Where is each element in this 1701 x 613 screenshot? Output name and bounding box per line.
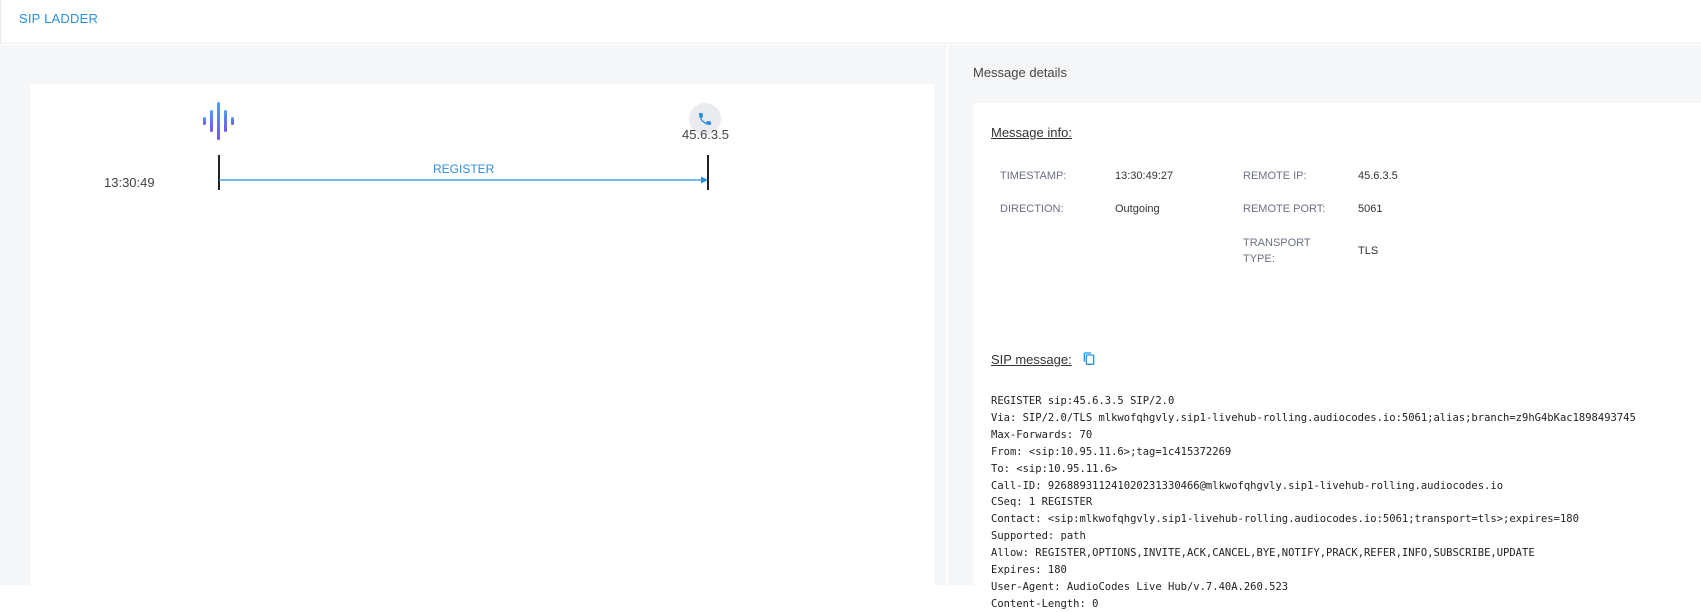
phone-icon bbox=[699, 113, 711, 125]
sip-line: Max-Forwards: 70 bbox=[991, 428, 1093, 441]
sip-line: Via: SIP/2.0/TLS mlkwofqhgvly.sip1-liveh… bbox=[991, 411, 1636, 424]
sip-line: From: <sip:10.95.11.6>;tag=1c415372269 bbox=[991, 445, 1232, 458]
sip-line: Contact: <sip:mlkwofqhgvly.sip1-livehub-… bbox=[991, 513, 1579, 526]
sip-line: Content-Length: 0 bbox=[991, 597, 1099, 610]
transport-type-value: TLS bbox=[1358, 245, 1379, 257]
message-time: 13:30:49 bbox=[104, 175, 155, 190]
message-method-label: REGISTER bbox=[433, 162, 495, 176]
sip-line: Supported: path bbox=[991, 530, 1086, 543]
sip-line: Call-ID: 926889311241020231330466@mlkwof… bbox=[991, 479, 1504, 492]
details-card: Message info: TIMESTAMP: 13:30:49:27 REM… bbox=[973, 103, 1701, 610]
message-arrow-register[interactable]: REGISTER bbox=[219, 155, 709, 185]
details-pane: Message details Message info: TIMESTAMP:… bbox=[948, 45, 1701, 610]
top-bar: SIP LADDER bbox=[0, 0, 1701, 44]
sip-line: Expires: 180 bbox=[991, 564, 1067, 577]
sip-line: Allow: REGISTER,OPTIONS,INVITE,ACK,CANCE… bbox=[991, 547, 1535, 560]
remote-ip-label: REMOTE IP: bbox=[1243, 170, 1307, 182]
remote-port-value: 5061 bbox=[1358, 203, 1383, 215]
sip-line: REGISTER sip:45.6.3.5 SIP/2.0 bbox=[991, 395, 1175, 407]
sip-line: To: <sip:10.95.11.6> bbox=[991, 462, 1118, 475]
endpoint-label-remote: 45.6.3.5 bbox=[682, 127, 729, 142]
message-info-title: Message info: bbox=[991, 125, 1072, 140]
details-title: Message details bbox=[973, 65, 1067, 80]
page-title: SIP LADDER bbox=[19, 11, 99, 26]
remote-ip-value: 45.6.3.5 bbox=[1358, 170, 1398, 182]
waveform-icon bbox=[203, 102, 234, 140]
sip-message-title: SIP message: bbox=[991, 352, 1072, 367]
ladder-pane: 45.6.3.5 13:30:49 REGISTER bbox=[0, 45, 946, 585]
ladder-canvas: 45.6.3.5 13:30:49 REGISTER bbox=[30, 84, 934, 585]
timestamp-label: TIMESTAMP: bbox=[1000, 170, 1067, 182]
remote-port-label: REMOTE PORT: bbox=[1243, 203, 1326, 215]
sip-message-body: REGISTER sip:45.6.3.5 SIP/2.0 Via: SIP/2… bbox=[991, 393, 1636, 613]
transport-type-label: TRANSPORT TYPE: bbox=[1243, 237, 1311, 265]
arrow-line bbox=[219, 176, 708, 184]
copy-icon[interactable] bbox=[1081, 351, 1097, 367]
timestamp-value: 13:30:49:27 bbox=[1115, 170, 1174, 182]
direction-label: DIRECTION: bbox=[1000, 203, 1064, 215]
sip-line: CSeq: 1 REGISTER bbox=[991, 496, 1093, 509]
sip-line: User-Agent: AudioCodes Live Hub/v.7.40A.… bbox=[991, 580, 1289, 593]
direction-value: Outgoing bbox=[1115, 203, 1160, 215]
